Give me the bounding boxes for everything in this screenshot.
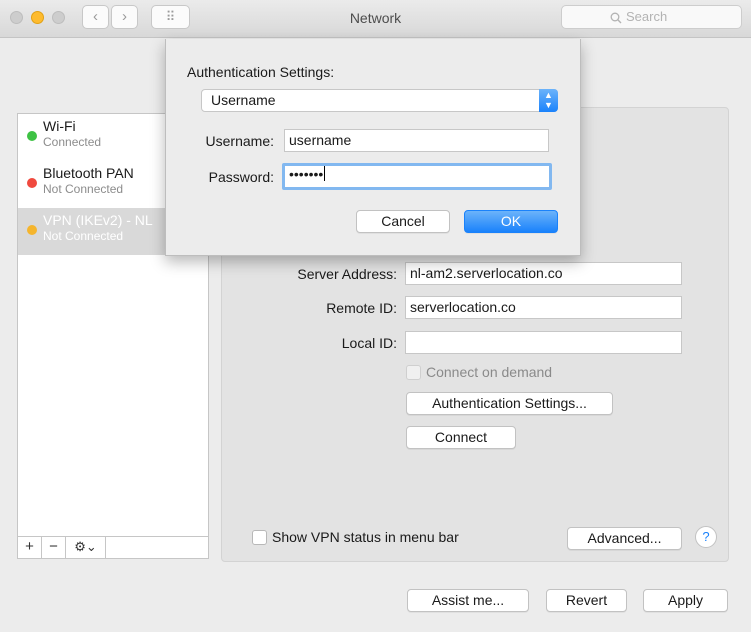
password-field[interactable]: ••••••• bbox=[282, 163, 552, 190]
show-vpn-status-checkbox[interactable] bbox=[252, 530, 267, 545]
service-status: Not Connected bbox=[43, 182, 124, 196]
username-label: Username: bbox=[205, 133, 274, 149]
add-service-button[interactable]: + bbox=[18, 537, 42, 558]
title-bar: ‹ › ⠿ Network Search bbox=[0, 0, 751, 38]
connect-on-demand-checkbox[interactable] bbox=[406, 365, 421, 380]
plus-icon: + bbox=[25, 538, 34, 555]
username-field[interactable]: username bbox=[284, 129, 549, 152]
minus-icon: − bbox=[49, 538, 58, 555]
cancel-button[interactable]: Cancel bbox=[356, 210, 450, 233]
password-value: ••••••• bbox=[289, 166, 324, 182]
revert-button[interactable]: Revert bbox=[546, 589, 627, 612]
service-status: Not Connected bbox=[43, 229, 124, 243]
remote-id-label: Remote ID: bbox=[326, 300, 397, 316]
service-name: Wi-Fi bbox=[43, 118, 76, 134]
authentication-settings-sheet: Authentication Settings: Username ▲ ▼ Use… bbox=[165, 39, 581, 256]
local-id-label: Local ID: bbox=[341, 335, 397, 351]
connect-button[interactable]: Connect bbox=[406, 426, 516, 449]
service-status: Connected bbox=[43, 135, 102, 149]
status-dot-icon bbox=[27, 178, 37, 188]
connect-on-demand-label: Connect on demand bbox=[426, 364, 553, 380]
assist-me-button[interactable]: Assist me... bbox=[407, 589, 529, 612]
ok-button[interactable]: OK bbox=[464, 210, 558, 233]
status-dot-icon bbox=[27, 131, 37, 141]
service-name: Bluetooth PAN bbox=[43, 165, 134, 181]
authentication-method-value: Username bbox=[211, 92, 276, 108]
server-address-field[interactable]: nl-am2.serverlocation.co bbox=[405, 262, 682, 285]
remote-id-field[interactable]: serverlocation.co bbox=[405, 296, 682, 319]
service-name: VPN (IKEv2) - NL bbox=[43, 212, 153, 228]
question-mark-icon: ? bbox=[702, 529, 710, 544]
sheet-title: Authentication Settings: bbox=[187, 64, 335, 80]
show-vpn-status-label: Show VPN status in menu bar bbox=[272, 529, 459, 545]
gear-icon: ⚙⌄ bbox=[74, 539, 97, 554]
remove-service-button[interactable]: − bbox=[42, 537, 66, 558]
local-id-field[interactable] bbox=[405, 331, 682, 354]
chevron-up-down-icon: ▲ ▼ bbox=[539, 89, 558, 112]
service-actions-button[interactable]: ⚙⌄ bbox=[66, 537, 106, 558]
advanced-button[interactable]: Advanced... bbox=[567, 527, 682, 550]
services-toolbar: + − ⚙⌄ bbox=[18, 536, 208, 558]
help-button[interactable]: ? bbox=[695, 526, 717, 548]
text-cursor bbox=[324, 166, 326, 181]
password-label: Password: bbox=[208, 169, 274, 185]
status-dot-icon bbox=[27, 225, 37, 235]
apply-button[interactable]: Apply bbox=[643, 589, 728, 612]
authentication-settings-button[interactable]: Authentication Settings... bbox=[406, 392, 613, 415]
server-address-label: Server Address: bbox=[297, 266, 397, 282]
authentication-method-select[interactable]: Username ▲ ▼ bbox=[201, 89, 558, 112]
search-icon bbox=[610, 12, 622, 24]
search-field[interactable]: Search bbox=[561, 5, 742, 29]
